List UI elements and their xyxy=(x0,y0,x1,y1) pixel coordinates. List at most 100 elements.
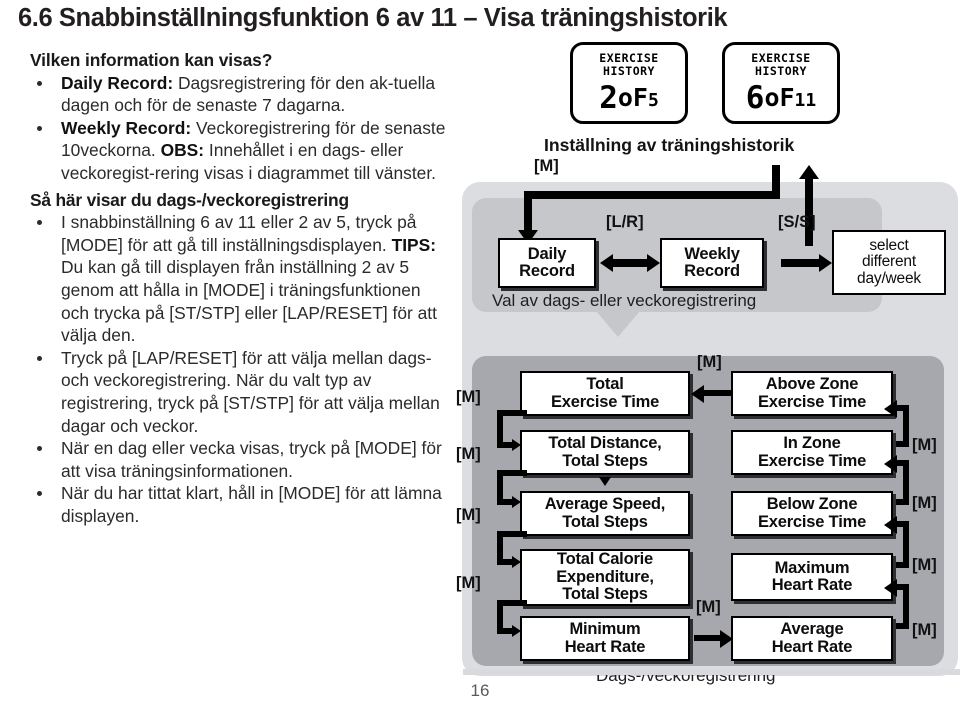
arrow-r4-icon xyxy=(884,579,897,597)
tag-right-m-1: [M] xyxy=(912,436,937,454)
step-4-text: När du har tittat klart, håll in [MODE] … xyxy=(61,483,442,526)
arrow-l1-icon xyxy=(512,439,521,451)
box-above-zone-exercise-time[interactable]: Above Zone Exercise Time xyxy=(731,371,893,416)
lcd-display-left: EXERCISE HISTORY 2oF5 xyxy=(570,42,688,124)
box-weekly-record-label: Weekly Record xyxy=(684,244,740,280)
step-3-text: När en dag eller vecka visas, tryck på [… xyxy=(61,438,442,481)
arrow-left-center-top-icon xyxy=(691,385,704,403)
connector-r3-v xyxy=(903,521,909,568)
tag-center-m-bottom: [M] xyxy=(696,598,721,616)
lcd-left-of: oF xyxy=(617,83,648,112)
lcd-right-title-line2: HISTORY xyxy=(755,63,807,78)
arrow-up-to-setting-icon xyxy=(799,165,819,179)
box-total-exercise-time[interactable]: Total Exercise Time xyxy=(520,371,690,416)
bullet-icon xyxy=(37,220,42,226)
box-average-heart-rate[interactable]: Average Heart Rate xyxy=(731,616,893,661)
box-total-distance-steps[interactable]: Total Distance, Total Steps xyxy=(520,430,690,475)
arrow-right-to-select-icon xyxy=(819,254,832,272)
box-in-zone-exercise-time[interactable]: In Zone Exercise Time xyxy=(731,430,893,475)
section-heading-2: Så här visar du dags-/veckoregistrering xyxy=(30,189,349,210)
box-above-zone-label: Above Zone Exercise Time xyxy=(757,375,867,411)
arrow-r2-icon xyxy=(884,455,897,473)
lcd-right-current: 6 xyxy=(745,80,765,116)
arrow-l2-icon xyxy=(512,496,521,508)
diagram-header-label: Inställning av träningshistorik xyxy=(544,135,795,155)
bullet-list-2: I snabbinställning 6 av 11 eller 2 av 5,… xyxy=(30,211,450,527)
tag-left-m-1: [M] xyxy=(456,388,481,406)
term-weekly-record: Weekly Record: xyxy=(61,117,192,138)
box-below-zone-label: Below Zone Exercise Time xyxy=(757,495,867,531)
bullet-icon xyxy=(37,491,42,497)
tag-right-m-4: [M] xyxy=(912,621,937,639)
box-in-zone-label: In Zone Exercise Time xyxy=(757,434,867,470)
box-average-heart-rate-label: Average Heart Rate xyxy=(771,620,853,656)
bullet-icon xyxy=(37,446,42,452)
lcd-left-title-line1: EXERCISE xyxy=(599,51,659,65)
arrow-down-distance-to-speed-icon xyxy=(599,477,611,486)
lcd-left-title-line2: HISTORY xyxy=(603,63,655,78)
page-number: 16 xyxy=(470,681,490,700)
connector-l1-h-bottom xyxy=(497,442,513,448)
connector-r2-h-top xyxy=(896,460,909,466)
connector-to-select-different xyxy=(781,259,819,267)
connector-r4-h-top xyxy=(896,584,909,590)
connector-top-right-vertical xyxy=(772,165,780,195)
footer-bar xyxy=(463,669,960,675)
box-total-calorie-steps[interactable]: Total Calorie Expenditure, Total Steps xyxy=(520,549,690,606)
tag-right-m-2: [M] xyxy=(912,494,937,512)
box-maximum-heart-rate[interactable]: Maximum Heart Rate xyxy=(731,553,893,601)
step-1-text: I snabbinställning 6 av 11 eller 2 av 5,… xyxy=(61,212,417,255)
tag-right-m-3: [M] xyxy=(912,556,937,574)
arrow-right-center-bottom-icon xyxy=(720,630,733,648)
bullet-icon xyxy=(37,80,42,86)
arrow-l4-icon xyxy=(512,625,521,637)
tag-m-top: [M] xyxy=(534,157,559,175)
lcd-right-total: 11 xyxy=(794,90,817,111)
box-select-different-day-week[interactable]: select different day/week xyxy=(832,230,946,295)
box-average-speed-steps[interactable]: Average Speed, Total Steps xyxy=(520,491,690,536)
connector-top-left-vertical xyxy=(524,191,532,233)
bullet-icon xyxy=(37,125,42,131)
note-label-obs: OBS: xyxy=(160,140,205,161)
connector-r3-h-top xyxy=(896,521,909,527)
arrow-right-to-weekly-icon xyxy=(647,254,660,272)
arrow-r3-icon xyxy=(884,516,897,534)
page-root: 6.6 Snabbinställningsfunktion 6 av 11 – … xyxy=(0,0,960,711)
lcd-right-title-line1: EXERCISE xyxy=(751,51,811,65)
lcd-display-right: EXERCISE HISTORY 6oF11 xyxy=(722,42,840,124)
tag-left-m-3: [M] xyxy=(456,506,481,524)
lcd-right-of: oF xyxy=(764,83,795,112)
connector-r4-h-bottom xyxy=(896,623,909,629)
tag-lr: [L/R] xyxy=(606,213,644,231)
connector-l2-h-bottom xyxy=(497,499,513,505)
tag-ss: [S/S] xyxy=(778,213,816,231)
note-label-tips: TIPS: xyxy=(391,234,437,255)
instructions-column: Vilken information kan visas? Daily Reco… xyxy=(30,49,450,527)
bullet-icon xyxy=(37,355,42,361)
box-daily-record[interactable]: Daily Record xyxy=(498,238,596,288)
list-item: Daily Record: Dagsregistrering för den a… xyxy=(30,72,450,117)
box-total-distance-steps-label: Total Distance, Total Steps xyxy=(548,434,662,470)
connector-r2-h-bottom xyxy=(896,499,909,505)
lcd-left-value: 2oF5 xyxy=(573,80,685,116)
connector-r3-h-bottom xyxy=(896,562,909,568)
box-minimum-heart-rate[interactable]: Minimum Heart Rate xyxy=(520,616,690,661)
tag-center-m-top: [M] xyxy=(697,353,722,371)
box-average-speed-steps-label: Average Speed, Total Steps xyxy=(544,495,666,531)
box-below-zone-exercise-time[interactable]: Below Zone Exercise Time xyxy=(731,491,893,536)
connector-r1-h-top xyxy=(896,405,909,411)
caption-record-selection: Val av dags- eller veckoregistrering xyxy=(492,291,757,310)
flow-diagram: EXERCISE HISTORY 2oF5 EXERCISE HISTORY 6… xyxy=(448,36,960,685)
note-text-tips: Du kan gå till displayen från inställnin… xyxy=(61,257,437,346)
tag-left-m-4: [M] xyxy=(456,574,481,592)
list-item: Tryck på [LAP/RESET] för att välja mella… xyxy=(30,347,450,437)
lcd-left-title: EXERCISE HISTORY xyxy=(573,52,685,77)
box-weekly-record[interactable]: Weekly Record xyxy=(660,238,764,288)
list-item: När en dag eller vecka visas, tryck på [… xyxy=(30,437,450,482)
lcd-right-value: 6oF11 xyxy=(725,80,837,116)
lcd-left-current: 2 xyxy=(599,80,618,116)
connector-l3-h-bottom xyxy=(497,559,513,565)
list-item: Weekly Record: Veckoregistrering för de … xyxy=(30,117,450,185)
page-title: 6.6 Snabbinställningsfunktion 6 av 11 – … xyxy=(18,4,728,32)
arrow-r1-icon xyxy=(884,400,897,418)
